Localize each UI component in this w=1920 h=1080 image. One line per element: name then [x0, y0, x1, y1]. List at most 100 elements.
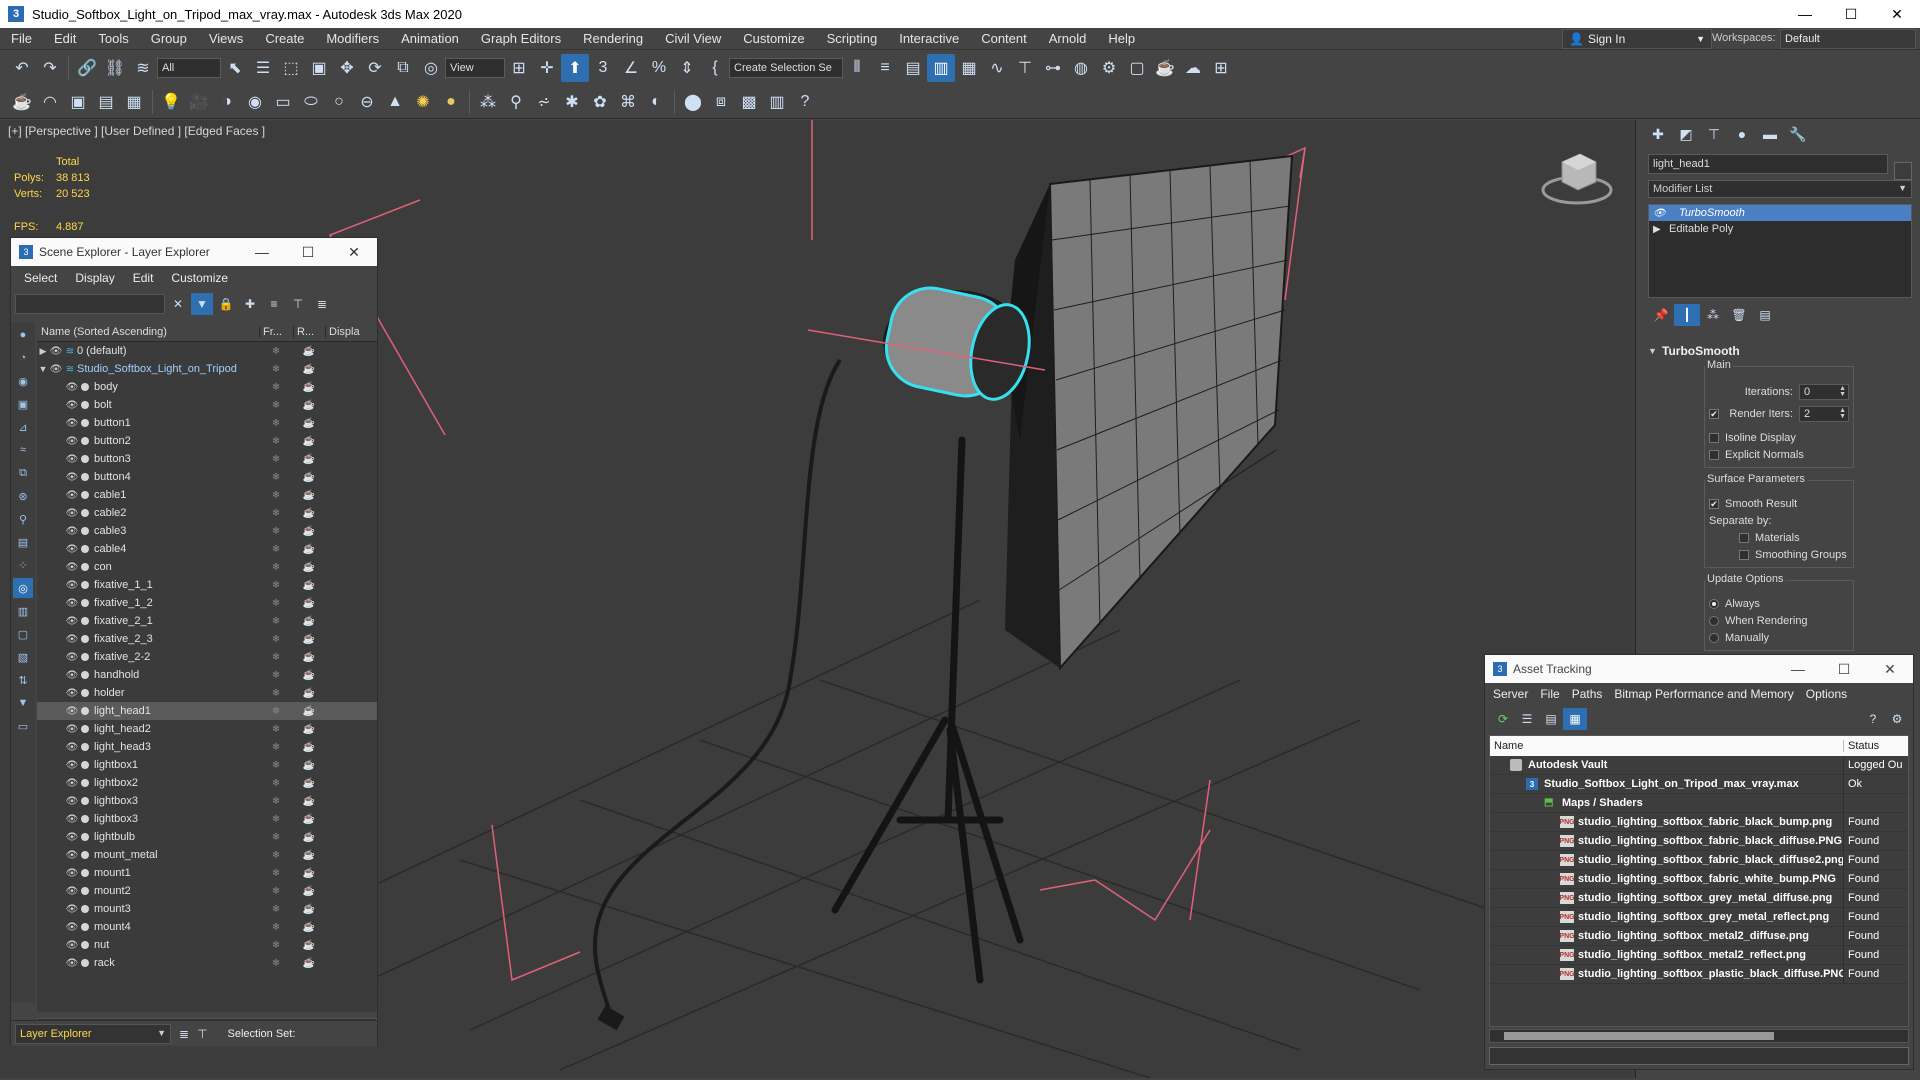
column-frozen[interactable]: Fr... — [259, 325, 293, 338]
table-row[interactable]: PNG studio_lighting_softbox_fabric_black_… — [1490, 812, 1908, 832]
column-name[interactable]: Name (Sorted Ascending) — [37, 326, 259, 338]
freeze-icon[interactable]: ❄ — [259, 724, 293, 735]
menu-tools[interactable]: Tools — [87, 31, 139, 46]
freeze-icon[interactable]: ❄ — [259, 346, 293, 357]
modifier-list-select[interactable]: Modifier List ▼ — [1648, 180, 1912, 198]
object-row[interactable]: 👁 lightbulb ❄ ☕ — [37, 828, 377, 846]
explorer-select[interactable]: Layer Explorer ▼ — [15, 1023, 171, 1044]
at-menu-server[interactable]: Server — [1487, 687, 1534, 701]
eye-icon[interactable]: 👁 — [65, 940, 79, 951]
menu-edit[interactable]: Edit — [43, 31, 87, 46]
frame-buffer-icon[interactable]: ▣ — [64, 88, 92, 116]
eye-icon[interactable]: 👁 — [65, 652, 79, 663]
freeze-icon[interactable]: ❄ — [259, 760, 293, 771]
maximize-button[interactable]: ☐ — [285, 244, 331, 261]
snaps-toggle-icon[interactable]: 3 — [589, 54, 617, 82]
freeze-icon[interactable]: ❄ — [259, 544, 293, 555]
eye-icon[interactable]: 👁 — [65, 814, 79, 825]
object-name-field[interactable]: light_head1 — [1648, 154, 1888, 174]
render-teapot-icon[interactable]: ☕ — [293, 580, 325, 591]
vray-ies-icon[interactable]: ⊖ — [353, 88, 381, 116]
object-row[interactable]: 👁 lightbox3 ❄ ☕ — [37, 810, 377, 828]
freeze-icon[interactable]: ❄ — [259, 832, 293, 843]
menu-arnold[interactable]: Arnold — [1038, 31, 1098, 46]
rectangular-selection-icon[interactable]: ⬚ — [277, 54, 305, 82]
asset-tracking-titlebar[interactable]: 3 Asset Tracking — ☐ ✕ — [1485, 655, 1913, 683]
stack-item-turbosmooth[interactable]: 👁 TurboSmooth — [1649, 205, 1911, 221]
render-teapot-icon[interactable]: ☕ — [293, 364, 325, 375]
freeze-icon[interactable]: ❄ — [259, 814, 293, 825]
when-rendering-radio[interactable] — [1709, 615, 1719, 626]
freeze-icon[interactable]: ❄ — [259, 400, 293, 411]
display-shapes-icon[interactable]: ◔ — [13, 348, 33, 368]
freeze-icon[interactable]: ❄ — [259, 688, 293, 699]
freeze-icon[interactable]: ❄ — [259, 598, 293, 609]
render-teapot-icon[interactable]: ☕ — [293, 436, 325, 447]
select-object-icon[interactable]: ⬉ — [221, 54, 249, 82]
eye-icon[interactable]: 👁 — [65, 526, 79, 537]
render-teapot-icon[interactable]: ☕ — [293, 886, 325, 897]
se-menu-select[interactable]: Select — [15, 271, 66, 285]
object-row[interactable]: 👁 mount3 ❄ ☕ — [37, 900, 377, 918]
isoline-display-checkbox[interactable] — [1709, 432, 1719, 443]
maximize-button[interactable]: ☐ — [1821, 661, 1867, 678]
display-containers-icon[interactable]: ▤ — [13, 532, 33, 552]
hierarchy-tab-icon[interactable]: ⊤ — [1700, 122, 1728, 146]
viewcube-icon[interactable] — [1540, 148, 1614, 206]
column-render[interactable]: R... — [293, 325, 325, 338]
object-row[interactable]: 👁 cable4 ❄ ☕ — [37, 540, 377, 558]
menu-interactive[interactable]: Interactive — [888, 31, 970, 46]
rendered-frame-window-icon[interactable]: ▢ — [1123, 54, 1151, 82]
redo-icon[interactable]: ↷ — [36, 54, 64, 82]
explicit-normals-checkbox[interactable] — [1709, 449, 1719, 460]
freeze-icon[interactable]: ❄ — [259, 364, 293, 375]
freeze-icon[interactable]: ❄ — [259, 526, 293, 537]
object-row[interactable]: 👁 mount1 ❄ ☕ — [37, 864, 377, 882]
freeze-icon[interactable]: ❄ — [259, 706, 293, 717]
freeze-icon[interactable]: ❄ — [259, 580, 293, 591]
render-teapot-icon[interactable]: ☕ — [293, 562, 325, 573]
eye-icon[interactable]: 👁 — [65, 436, 79, 447]
object-row[interactable]: 👁 bolt ❄ ☕ — [37, 396, 377, 414]
vray-displacement-icon[interactable]: ✱ — [558, 88, 586, 116]
dope-sheet-icon[interactable]: ⊤ — [1011, 54, 1039, 82]
select-by-name-icon[interactable]: ☰ — [249, 54, 277, 82]
eye-icon[interactable]: 👁 — [65, 472, 79, 483]
render-production-icon[interactable]: ☕ — [1151, 54, 1179, 82]
sign-in-dropdown[interactable]: 👤 Sign In ▼ — [1562, 29, 1712, 49]
align-icon[interactable]: ≡ — [871, 54, 899, 82]
render-teapot-icon[interactable]: ☕ — [293, 526, 325, 537]
vray-camera-icon[interactable]: 🎥 — [185, 88, 213, 116]
menu-civil-view[interactable]: Civil View — [654, 31, 732, 46]
eye-icon[interactable]: 👁 — [65, 508, 79, 519]
table-row[interactable]: PNG studio_lighting_softbox_plastic_black… — [1490, 964, 1908, 984]
freeze-icon[interactable]: ❄ — [259, 472, 293, 483]
undo-icon[interactable]: ↶ — [8, 54, 36, 82]
motion-tab-icon[interactable]: ● — [1728, 122, 1756, 146]
menu-scripting[interactable]: Scripting — [816, 31, 889, 46]
spinner-snap-icon[interactable]: ⇕ — [673, 54, 701, 82]
eye-icon[interactable]: 👁 — [65, 958, 79, 969]
window-crossing-icon[interactable]: ▣ — [305, 54, 333, 82]
curve-editor-icon[interactable]: ∿ — [983, 54, 1011, 82]
render-teapot-icon[interactable]: ☕ — [293, 778, 325, 789]
column-name[interactable]: Name — [1490, 740, 1844, 752]
object-row[interactable]: 👁 mount_metal ❄ ☕ — [37, 846, 377, 864]
eye-icon[interactable]: 👁 — [65, 616, 79, 627]
vray-omni-icon[interactable]: ○ — [325, 88, 353, 116]
eye-icon[interactable]: 👁 — [65, 706, 79, 717]
render-teapot-icon[interactable]: ☕ — [293, 940, 325, 951]
show-end-result-icon[interactable]: ┃ — [1674, 304, 1700, 326]
vray-converter-icon[interactable]: ⧈ — [707, 88, 735, 116]
freeze-icon[interactable]: ❄ — [259, 562, 293, 573]
render-teapot-icon[interactable]: ☕ — [293, 346, 325, 357]
render-elements-icon[interactable]: ▦ — [120, 88, 148, 116]
vray-sun-icon[interactable]: ◑ — [213, 88, 241, 116]
freeze-icon[interactable]: ❄ — [259, 868, 293, 879]
scale-icon[interactable]: ⧉ — [389, 54, 417, 82]
eye-icon[interactable]: 👁 — [49, 346, 63, 357]
list-view-icon[interactable]: ☰ — [1515, 708, 1539, 730]
object-row[interactable]: 👁 fixative_1_1 ❄ ☕ — [37, 576, 377, 594]
display-bones-icon[interactable]: ⚲ — [13, 509, 33, 529]
freeze-icon[interactable]: ❄ — [259, 850, 293, 861]
